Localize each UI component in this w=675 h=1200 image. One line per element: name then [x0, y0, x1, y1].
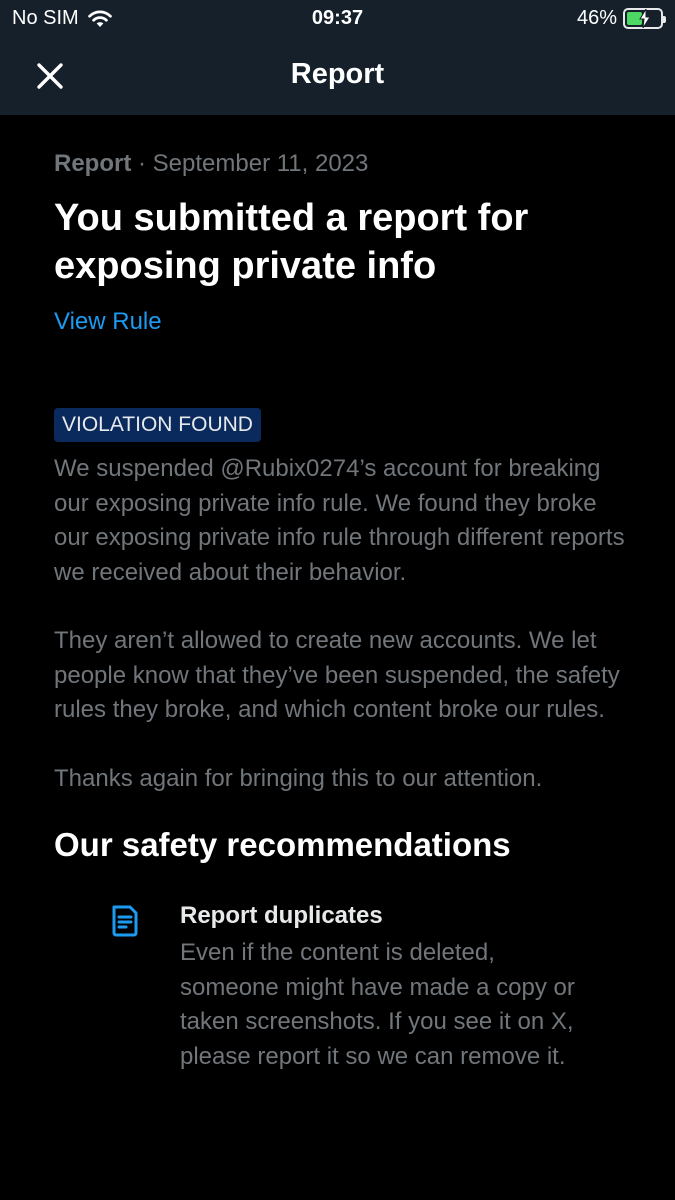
report-paragraph-1: We suspended @Rubix0274’s account for br…: [54, 455, 625, 586]
top-bar: No SIM 09:37 46% Report: [0, 0, 675, 115]
report-meta: Report · September 11, 2023: [54, 150, 634, 178]
recommendation-item: Report duplicates Even if the content is…: [54, 902, 634, 1074]
nav-bar: Report: [0, 38, 675, 115]
status-right: 46%: [576, 7, 666, 30]
view-rule-link[interactable]: View Rule: [54, 308, 162, 336]
recommendations-title: Our safety recommendations: [54, 826, 511, 863]
document-icon: [112, 905, 138, 937]
report-paragraph-3: Thanks again for bringing this to our at…: [54, 764, 543, 792]
report-headline: You submitted a report for exposing priv…: [54, 197, 529, 287]
recommendation-title: Report duplicates: [180, 902, 383, 929]
report-paragraph-2: They aren’t allowed to create new accoun…: [54, 627, 620, 723]
meta-separator: ·: [131, 150, 153, 177]
page-title: Report: [290, 58, 385, 90]
battery-icon: [623, 8, 666, 29]
clock: 09:37: [311, 7, 364, 29]
report-date: September 11, 2023: [152, 150, 369, 177]
recommendation-text: Even if the content is deleted, someone …: [180, 939, 575, 1070]
status-badge: VIOLATION FOUND: [54, 408, 261, 442]
status-bar: No SIM 09:37 46%: [0, 0, 675, 38]
report-content: Report · September 11, 2023 You submitte…: [54, 150, 634, 1074]
battery-percent: 46%: [576, 7, 617, 29]
charging-bolt-icon: [639, 9, 651, 28]
report-meta-label: Report: [54, 150, 132, 177]
battery-level: [627, 9, 651, 28]
